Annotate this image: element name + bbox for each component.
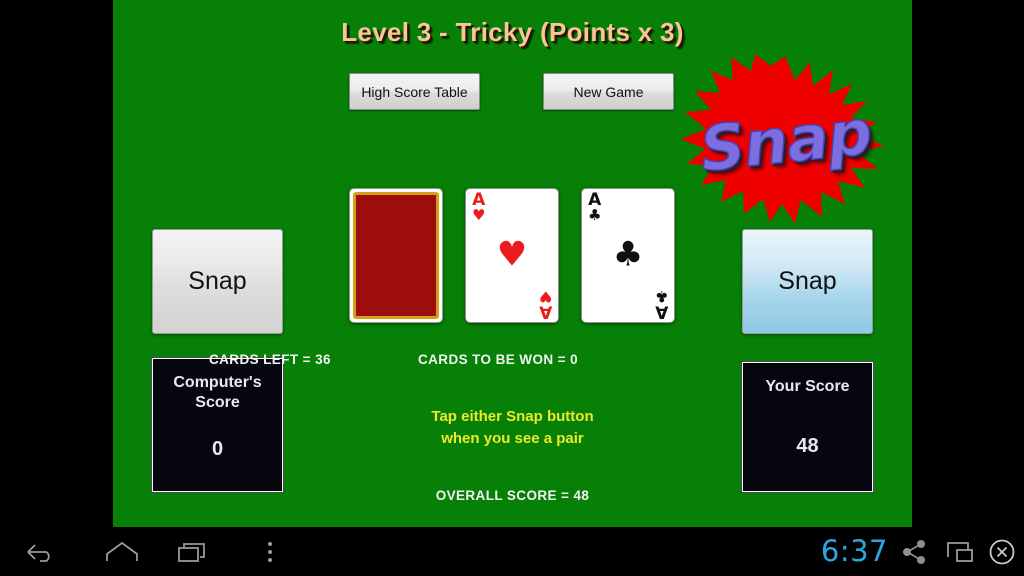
close-circle-icon[interactable] — [982, 527, 1022, 576]
player-score-label: Your Score — [765, 378, 850, 395]
cards-to-be-won-status: CARDS TO BE WON = 0 — [418, 352, 578, 367]
starburst-icon — [681, 54, 884, 224]
game-play-area: Level 3 - Tricky (Points x 3) High Score… — [113, 0, 912, 527]
snap-logo: Snap — [679, 54, 892, 226]
system-navigation-bar: 6:37 — [0, 527, 1024, 576]
card-deck-back[interactable] — [349, 188, 443, 323]
card-suit-icon: ♣ — [654, 287, 668, 306]
card-center-pip: ♣ — [612, 233, 644, 274]
page-title: Level 3 - Tricky (Points x 3) — [341, 17, 684, 47]
share-icon[interactable] — [894, 527, 934, 576]
card-player-ace-of-clubs[interactable]: A ♣ ♣ A ♣ — [581, 188, 675, 323]
card-corner-bottom-right: A ♣ — [654, 287, 668, 321]
card-computer-ace-of-hearts[interactable]: A ♥ ♥ A ♥ — [465, 188, 559, 323]
back-arrow-icon[interactable] — [14, 527, 66, 576]
recent-apps-icon[interactable] — [167, 527, 219, 576]
card-suit-icon: ♥ — [472, 205, 486, 224]
card-suit-icon: ♣ — [588, 205, 602, 224]
card-center-pip: ♥ — [496, 233, 528, 274]
instruction-text: Tap either Snap button when you see a pa… — [113, 406, 912, 450]
card-suit-icon: ♥ — [538, 287, 552, 306]
snap-button-computer[interactable]: Snap — [152, 229, 283, 334]
home-icon[interactable] — [96, 527, 148, 576]
card-corner-top-left: A ♥ — [472, 192, 486, 224]
card-corner-top-left: A ♣ — [588, 192, 602, 224]
overflow-menu-icon[interactable] — [245, 527, 295, 576]
window-resize-icon[interactable] — [940, 527, 980, 576]
card-corner-bottom-right: A ♥ — [538, 287, 552, 321]
cards-left-status: CARDS LEFT = 36 — [209, 352, 331, 367]
status-bar-clock: 6:37 — [820, 534, 888, 568]
card-back-pattern — [353, 192, 439, 319]
computer-score-label-line1: Computer's — [173, 374, 262, 391]
instruction-line-2: when you see a pair — [441, 429, 584, 447]
instruction-line-1: Tap either Snap button — [431, 408, 594, 425]
new-game-button[interactable]: New Game — [543, 73, 674, 110]
overall-score-status: OVERALL SCORE = 48 — [435, 488, 590, 503]
high-score-table-button[interactable]: High Score Table — [349, 73, 480, 110]
snap-button-player[interactable]: Snap — [742, 229, 873, 334]
